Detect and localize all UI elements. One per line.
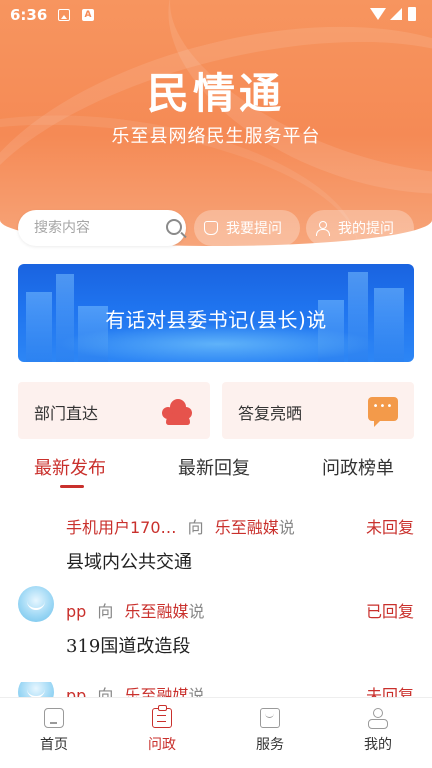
hand-raise-icon xyxy=(204,221,218,235)
reply-status: 未回复 xyxy=(365,518,414,537)
to-label: 向 xyxy=(187,518,204,537)
search-input[interactable] xyxy=(34,218,144,238)
nav-wenzheng-label: 问政 xyxy=(148,737,176,753)
nav-mine[interactable]: 我的 xyxy=(343,708,413,754)
nav-mine-label: 我的 xyxy=(364,737,392,753)
secretary-banner[interactable]: 有话对县委书记(县长)说 xyxy=(18,264,414,362)
to-label: 向 xyxy=(97,602,114,621)
tab-ranking[interactable]: 问政榜单 xyxy=(322,454,394,480)
says-label: 说 xyxy=(188,602,205,621)
home-icon xyxy=(44,708,64,728)
department-name: 乐至融媒 xyxy=(214,518,279,537)
user-icon xyxy=(316,221,330,236)
a-notification-icon: A xyxy=(82,9,94,21)
department-name: 乐至融媒 xyxy=(124,686,189,697)
says-label: 说 xyxy=(188,686,205,697)
nav-home[interactable]: 首页 xyxy=(19,708,89,754)
group-icon xyxy=(160,397,194,425)
clipboard-icon xyxy=(152,705,172,728)
list-item[interactable]: 手机用户170… 向 乐至融媒说 未回复 县域内公共交通 xyxy=(0,514,432,584)
answers-showcase-card[interactable]: 答复亮晒 xyxy=(222,382,414,439)
person-icon xyxy=(368,708,388,729)
asker-name: 手机用户170… xyxy=(66,518,177,537)
my-questions-label: 我的提问 xyxy=(338,221,394,237)
active-tab-indicator xyxy=(60,485,84,488)
tab-latest-replies[interactable]: 最新回复 xyxy=(178,454,250,480)
department-direct-card[interactable]: 部门直达 xyxy=(18,382,210,439)
search-bar[interactable] xyxy=(18,210,186,246)
department-name: 乐至融媒 xyxy=(124,602,189,621)
app-title: 民情通 xyxy=(146,69,285,118)
bottom-nav: 首页 问政 服务 我的 xyxy=(0,697,432,768)
to-label: 向 xyxy=(97,686,114,697)
reply-status: 已回复 xyxy=(365,602,414,621)
list-item[interactable]: pp 向 乐至融媒说 已回复 319国道改造段 xyxy=(0,586,432,668)
bag-icon xyxy=(260,708,280,728)
ask-question-label: 我要提问 xyxy=(226,221,282,237)
app-subtitle: 乐至县网络民生服务平台 xyxy=(111,126,321,147)
status-time: 6:36 xyxy=(10,6,48,24)
nav-home-label: 首页 xyxy=(40,737,68,753)
asker-name: pp xyxy=(66,602,87,621)
status-bar: 6:36 A xyxy=(0,0,432,30)
list-item[interactable]: pp 向 乐至融媒说 未回复 xyxy=(0,682,432,697)
avatar xyxy=(18,586,54,622)
says-label: 说 xyxy=(278,518,295,537)
answers-showcase-label: 答复亮晒 xyxy=(238,404,303,423)
question-title: 县域内公共交通 xyxy=(66,552,192,573)
chat-bubble-icon xyxy=(368,397,398,427)
tab-latest-posts[interactable]: 最新发布 xyxy=(34,454,106,480)
nav-service[interactable]: 服务 xyxy=(235,708,305,754)
reply-status: 未回复 xyxy=(365,686,414,697)
avatar xyxy=(18,682,54,697)
nav-service-label: 服务 xyxy=(256,737,284,753)
battery-icon xyxy=(408,7,416,21)
wifi-icon xyxy=(370,8,386,20)
search-icon[interactable] xyxy=(166,219,182,235)
my-questions-button[interactable]: 我的提问 xyxy=(306,210,414,246)
asker-name: pp xyxy=(66,686,87,697)
image-notification-icon xyxy=(58,9,70,21)
ask-question-button[interactable]: 我要提问 xyxy=(194,210,300,246)
department-direct-label: 部门直达 xyxy=(34,404,99,423)
nav-wenzheng[interactable]: 问政 xyxy=(127,705,197,754)
signal-icon xyxy=(390,8,402,20)
question-title: 319国道改造段 xyxy=(66,636,191,657)
banner-text: 有话对县委书记(县长)说 xyxy=(105,308,327,332)
